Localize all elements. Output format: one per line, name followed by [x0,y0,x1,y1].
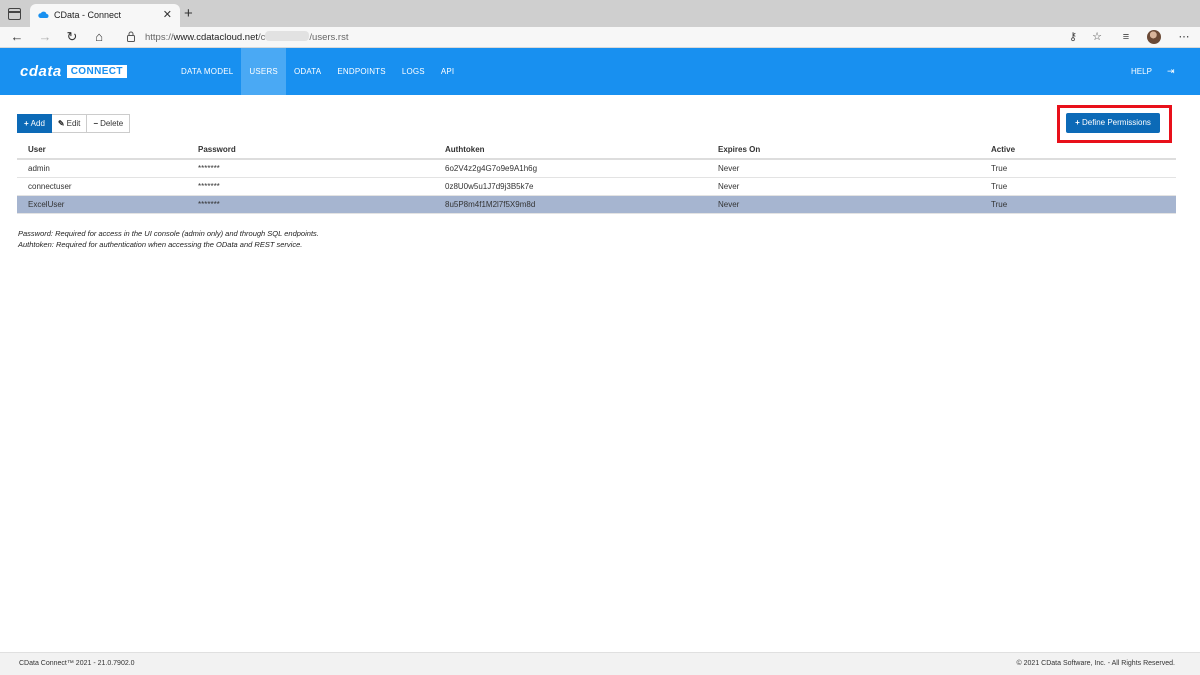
redacted-segment [265,31,310,41]
cell-active: True [991,177,1176,196]
logo-badge: CONNECT [66,64,127,78]
cell-active: True [991,159,1176,178]
url-text: https://www.cdatacloud.net/c/users.rst [145,31,349,43]
plus-icon: + [1075,118,1080,127]
window-icon[interactable] [8,8,21,20]
cell-user: ExcelUser [17,195,198,214]
profile-avatar[interactable] [1147,30,1161,44]
define-permissions-button[interactable]: + Define Permissions [1066,113,1160,133]
help-link[interactable]: HELP [1131,48,1152,95]
authtoken-note: Authtoken: Required for authentication w… [18,240,303,249]
cell-user: connectuser [17,177,198,196]
app-header: cdata CONNECT DATA MODEL USERS ODATA END… [0,48,1200,95]
table-row[interactable]: admin ******* 6o2V4z2g4G7o9e9A1h6g Never… [17,159,1176,178]
version-text: CData Connect™ 2021 - 21.0.7902.0 [19,660,135,667]
add-button[interactable]: + Add [17,114,52,133]
edit-button[interactable]: ✎ Edit [51,114,88,133]
home-icon[interactable]: ⌂ [91,29,107,45]
table-row[interactable]: connectuser ******* 0z8U0w5u1J7d9j3B5k7e… [17,177,1176,196]
nav-users[interactable]: USERS [241,48,286,95]
password-note: Password: Required for access in the UI … [18,229,319,238]
tab-close-icon[interactable]: ✕ [163,8,172,21]
cell-expires-on: Never [718,177,991,196]
logout-icon[interactable]: ⇥ [1167,66,1177,76]
cell-active: True [991,195,1176,214]
plus-icon: + [24,119,29,128]
nav-logs[interactable]: LOGS [394,48,433,95]
column-header-password[interactable]: Password [198,141,445,160]
minus-icon: − [93,119,99,128]
cell-password: ******* [198,195,445,214]
nav-api[interactable]: API [433,48,463,95]
cell-user: admin [17,159,198,178]
column-header-active[interactable]: Active [991,141,1176,160]
logo-text: cdata [20,62,62,80]
back-icon[interactable]: ← [9,29,25,45]
browser-toolbar: ← → ↻ ⌂ https://www.cdatacloud.net/c/use… [0,27,1200,48]
cell-password: ******* [198,159,445,178]
page-footer: CData Connect™ 2021 - 21.0.7902.0 © 2021… [0,652,1200,675]
column-header-expires-on[interactable]: Expires On [718,141,991,160]
refresh-icon[interactable]: ↻ [64,29,80,45]
user-actions: + Add ✎ Edit − Delete [17,114,131,133]
main-nav: DATA MODEL USERS ODATA ENDPOINTS LOGS AP… [173,48,462,95]
column-header-authtoken[interactable]: Authtoken [445,141,718,160]
tab-title: CData - Connect [54,10,122,20]
column-header-user[interactable]: User [17,141,198,160]
lock-icon [127,31,135,42]
cell-authtoken: 6o2V4z2g4G7o9e9A1h6g [445,159,718,178]
cell-expires-on: Never [718,159,991,178]
nav-endpoints[interactable]: ENDPOINTS [329,48,393,95]
cell-password: ******* [198,177,445,196]
delete-button[interactable]: − Delete [87,114,131,133]
cloud-icon [38,11,49,18]
browser-tab[interactable]: CData - Connect ✕ [30,4,180,27]
copyright-text: © 2021 CData Software, Inc. - All Rights… [1016,660,1175,667]
cell-authtoken: 8u5P8m4f1M2l7f5X9m8d [445,195,718,214]
favorites-add-icon[interactable]: ☆ [1090,30,1104,44]
nav-odata[interactable]: ODATA [286,48,329,95]
nav-data-model[interactable]: DATA MODEL [173,48,241,95]
cdata-connect-logo[interactable]: cdata CONNECT [20,62,127,80]
table-header-row: User Password Authtoken Expires On Activ… [17,141,1176,160]
users-table: User Password Authtoken Expires On Activ… [17,141,1176,214]
browser-tab-strip: CData - Connect ✕ + [0,0,1200,27]
key-icon[interactable]: ⚷ [1066,30,1080,44]
cell-expires-on: Never [718,195,991,214]
forward-icon[interactable]: → [37,29,53,45]
address-bar[interactable]: https://www.cdatacloud.net/c/users.rst [118,28,1118,46]
help-notes: Password: Required for access in the UI … [18,228,319,250]
edit-icon: ✎ [57,119,65,128]
table-row-selected[interactable]: ExcelUser ******* 8u5P8m4f1M2l7f5X9m8d N… [17,195,1176,214]
collections-icon[interactable]: ≡ [1119,30,1133,44]
more-icon[interactable]: ⋯ [1177,30,1191,44]
new-tab-button[interactable]: + [184,5,193,22]
cell-authtoken: 0z8U0w5u1J7d9j3B5k7e [445,177,718,196]
